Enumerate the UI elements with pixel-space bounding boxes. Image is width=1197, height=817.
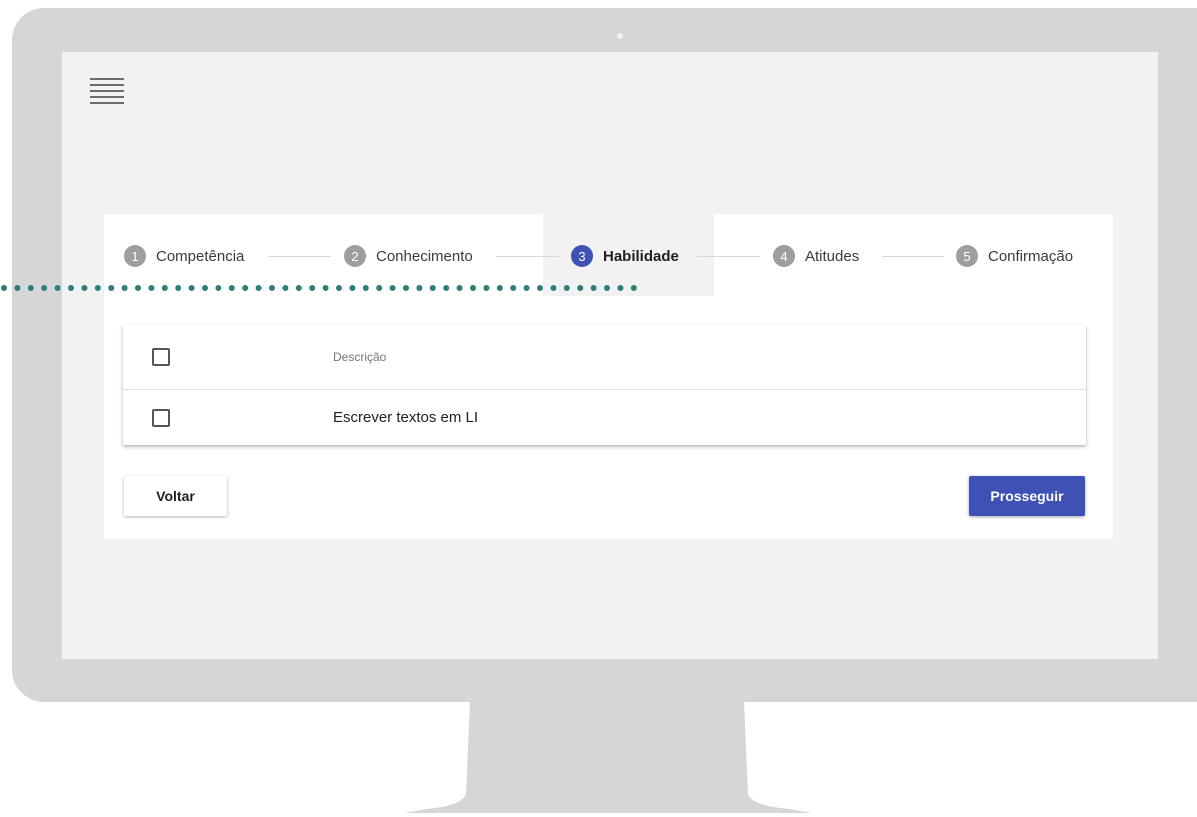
table-row[interactable]: Escrever textos em LI [123, 390, 1086, 445]
back-button[interactable]: Voltar [124, 476, 227, 516]
step-label: Conhecimento [376, 247, 473, 265]
step-number: 1 [124, 245, 146, 267]
step-connector [496, 256, 559, 257]
step-confirmacao[interactable]: 5 Confirmação [956, 244, 1073, 268]
select-all-checkbox[interactable] [152, 348, 170, 366]
step-number: 5 [956, 245, 978, 267]
row-checkbox[interactable] [152, 408, 170, 427]
step-number: 3 [571, 245, 593, 267]
step-competencia[interactable]: 1 Competência [124, 244, 244, 268]
step-label: Confirmação [988, 247, 1074, 265]
step-number: 4 [773, 245, 795, 267]
step-connector [268, 256, 331, 257]
skills-table: Descrição Escrever textos em LI [123, 325, 1086, 445]
column-header-descricao: Descrição [333, 350, 387, 364]
step-number: 2 [344, 245, 366, 267]
step-habilidade[interactable]: 3 Habilidade [571, 244, 679, 268]
step-atitudes[interactable]: 4 Atitudes [773, 244, 859, 268]
table-header-row: Descrição [123, 325, 1086, 390]
step-label: Habilidade [603, 247, 679, 265]
next-button[interactable]: Prosseguir [969, 476, 1085, 516]
step-connector [697, 256, 760, 257]
hamburger-menu-icon[interactable] [90, 78, 124, 108]
annotation-dotted-line [1, 285, 643, 291]
step-connector [882, 256, 944, 257]
monitor-stand [404, 702, 812, 813]
step-label: Atitudes [805, 247, 860, 265]
camera-dot [617, 33, 623, 39]
step-conhecimento[interactable]: 2 Conhecimento [344, 244, 473, 268]
row-description: Escrever textos em LI [333, 409, 479, 426]
step-label: Competência [156, 247, 245, 265]
